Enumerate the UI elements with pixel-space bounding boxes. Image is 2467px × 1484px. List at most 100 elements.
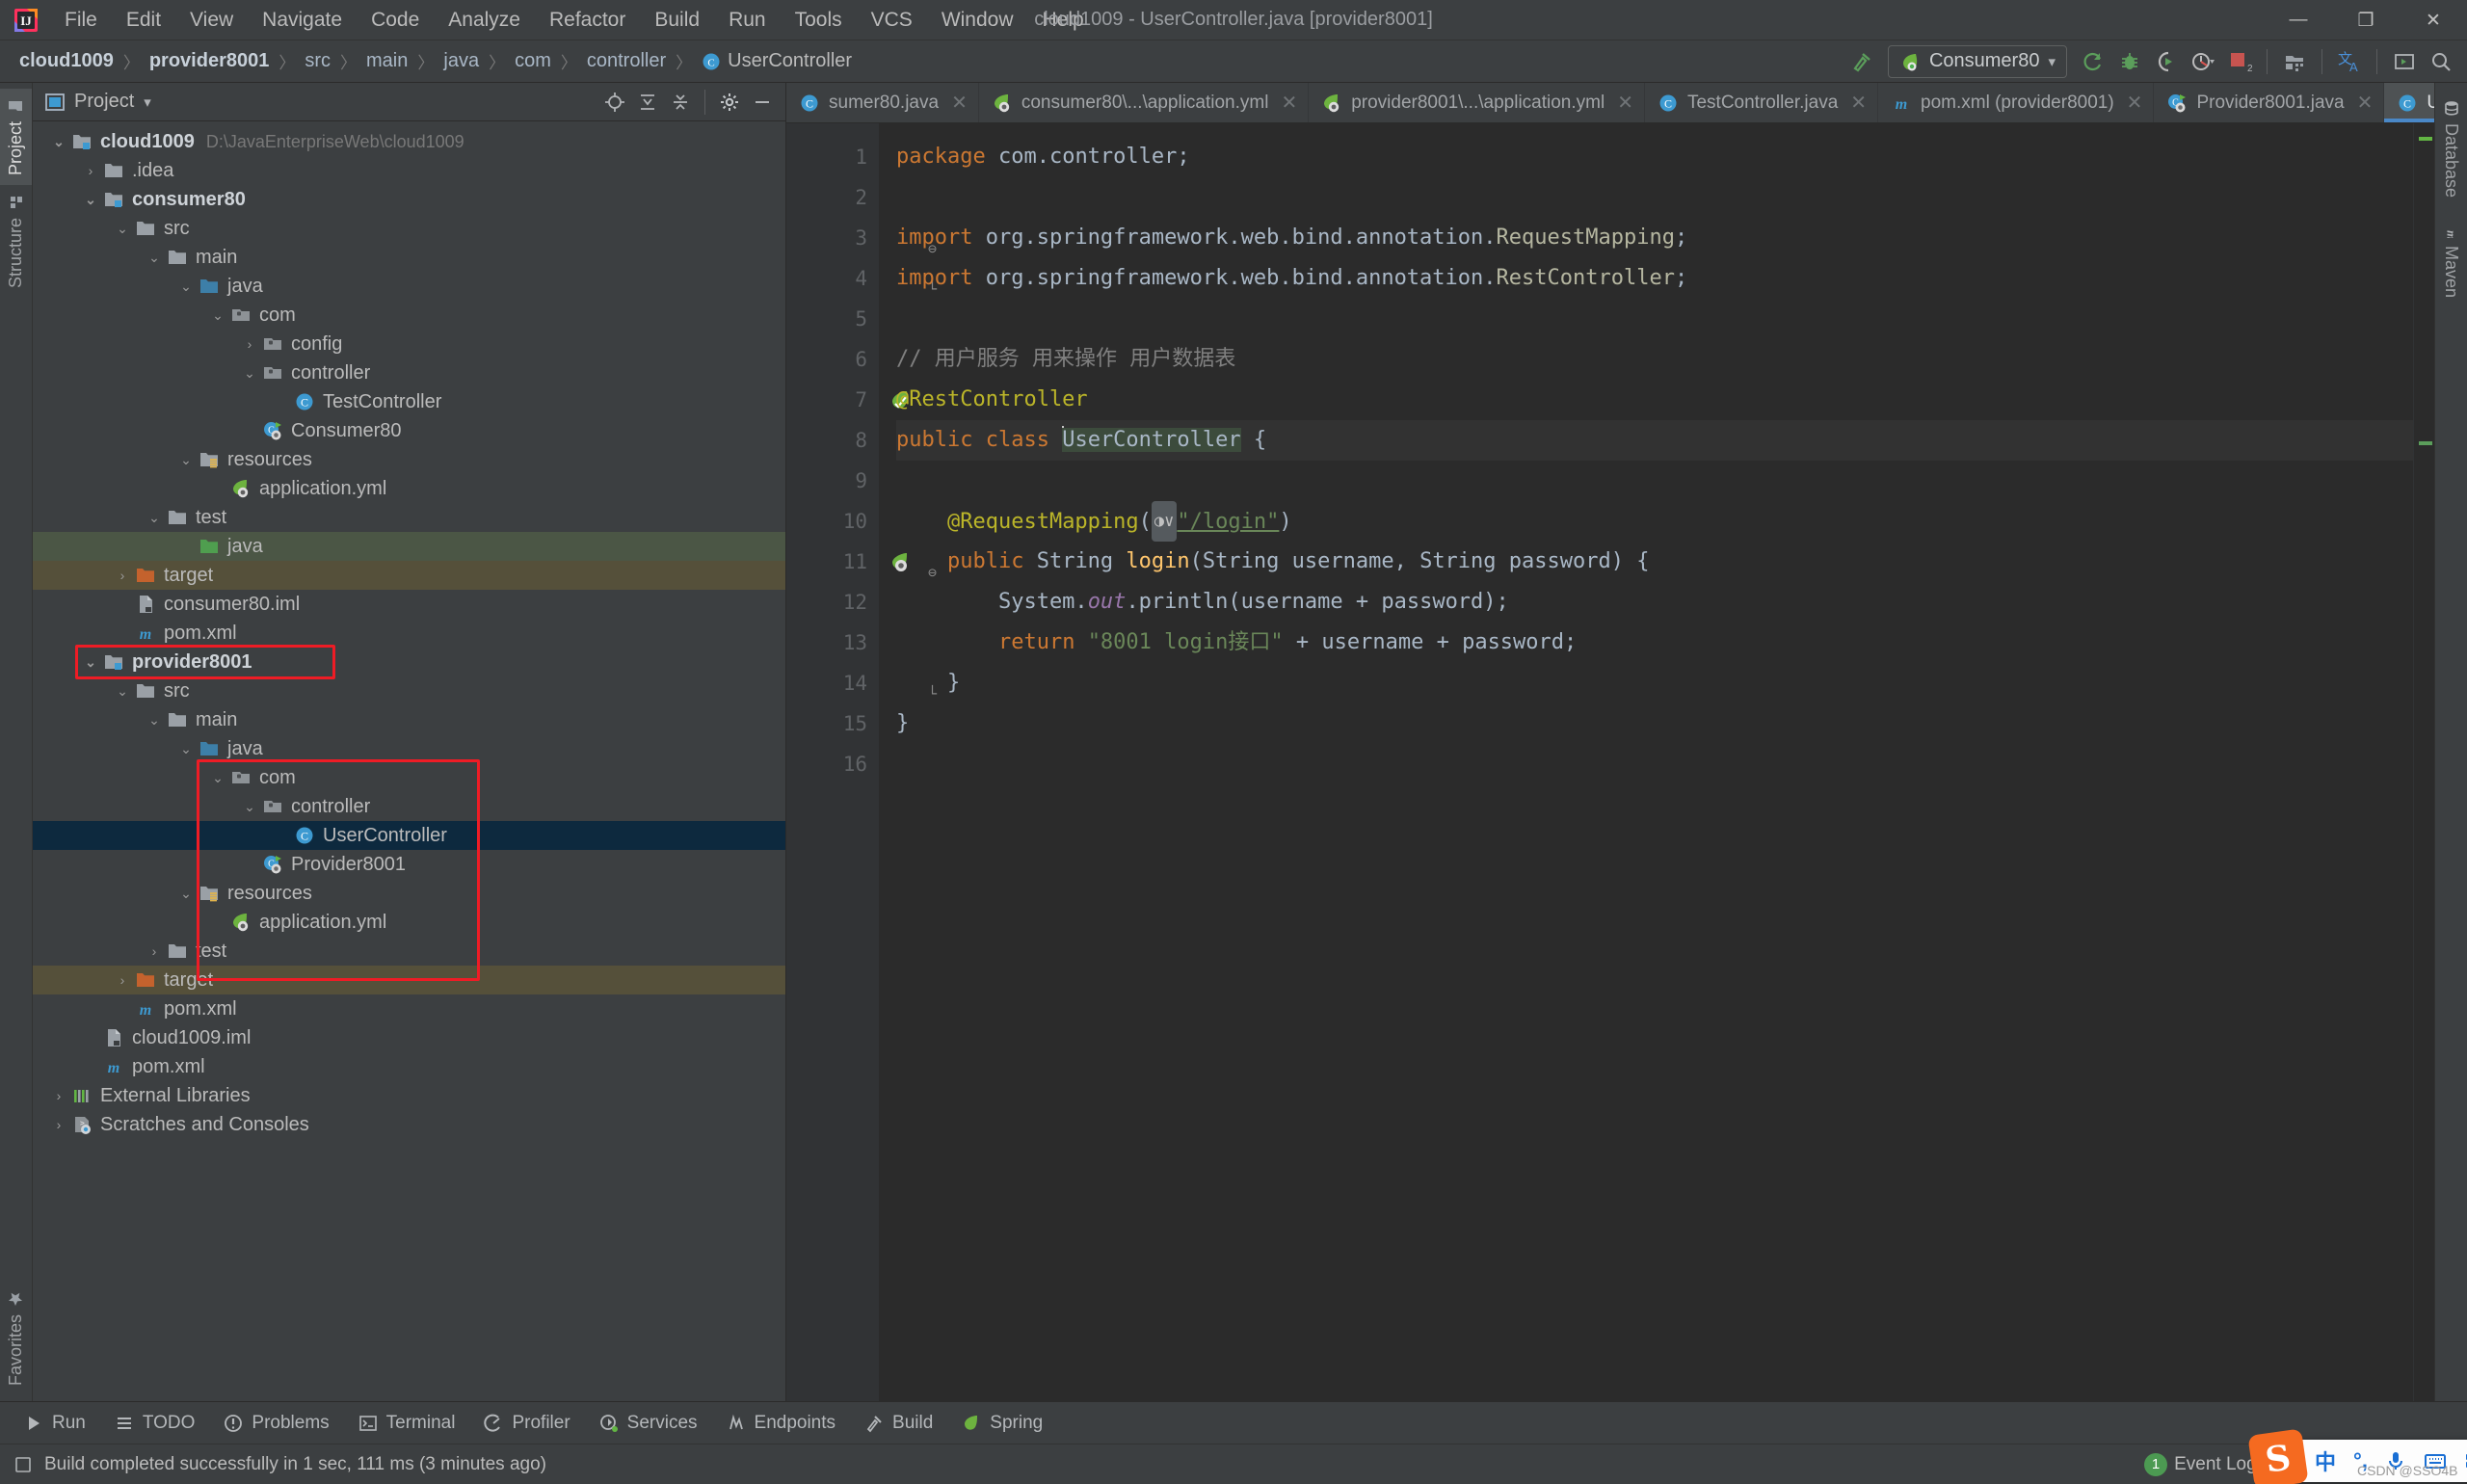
gutter-line-15[interactable]: 15 [786,703,879,744]
tree-node-config[interactable]: › config [33,330,785,358]
gutter-line-13[interactable]: 13 [786,623,879,663]
tree-node-pom-xml[interactable]: m pom.xml [33,994,785,1023]
tree-node-controller[interactable]: ⌄ controller [33,792,785,821]
tree-node-resources[interactable]: ⌄ resources [33,445,785,474]
chevron-down-icon[interactable]: ▾ [2048,53,2056,70]
gutter-line-3[interactable]: 3 ⊖ [786,218,937,258]
gutter-line-6[interactable]: 6 [786,339,879,380]
minimize-button[interactable]: — [2265,0,2332,40]
breadcrumb-item-project[interactable]: cloud1009 [13,47,119,75]
tree-node-src[interactable]: ⌄ src [33,676,785,705]
rerun-icon[interactable] [2077,45,2109,78]
search-everywhere-icon[interactable] [2425,45,2457,78]
menu-item-edit[interactable]: Edit [112,5,175,36]
editor-tab-provider8001-----application-yml[interactable]: provider8001\...\application.yml ✕ [1309,83,1645,122]
menu-item-refactor[interactable]: Refactor [535,5,640,36]
chevron-right-icon[interactable]: › [239,336,260,352]
gutter-line-11[interactable]: 11 ⊖ [786,542,937,582]
code-line-14[interactable]: } [896,663,2413,703]
menu-item-help[interactable]: Help [1028,5,1099,36]
project-tree[interactable]: ⌄ cloud1009 D:\JavaEnterpriseWeb\cloud1009… [33,121,785,1401]
menu-item-vcs[interactable]: VCS [857,5,927,36]
stop-button[interactable]: 2 [2223,45,2256,78]
build-hammer-icon[interactable] [1845,45,1878,78]
tree-node-provider8001[interactable]: C Provider8001 [33,850,785,879]
code-line-3[interactable]: import org.springframework.web.bind.anno… [896,218,2413,258]
tree-node-cloud1009-iml[interactable]: cloud1009.iml [33,1023,785,1052]
debug-icon[interactable] [2113,45,2146,78]
tree-node-java[interactable]: ⌄ java [33,734,785,763]
tree-node-com[interactable]: ⌄ com [33,301,785,330]
breadcrumb-item-java[interactable]: java [438,47,485,75]
tree-node-target[interactable]: › target [33,966,785,994]
tree-node-test[interactable]: ⌄ test [33,503,785,532]
ime-toolbar[interactable]: S 中 °, CSDN @SSO4B [2247,1428,2467,1484]
breadcrumb-item-src[interactable]: src [299,47,336,75]
chevron-down-icon[interactable]: ⌄ [144,510,165,526]
chevron-down-icon[interactable]: ⌄ [239,799,260,815]
run-configuration-selector[interactable]: Consumer80 ▾ [1887,44,2067,78]
tree-node-consumer80[interactable]: ⌄ consumer80 [33,185,785,214]
tree-node-controller[interactable]: ⌄ controller [33,358,785,387]
tree-node-usercontroller[interactable]: C UserController [33,821,785,850]
tree-node-consumer80-iml[interactable]: consumer80.iml [33,590,785,619]
chevron-down-icon[interactable]: ⌄ [239,365,260,382]
maximize-button[interactable]: ❐ [2332,0,2400,40]
tree-node-external-libraries[interactable]: › External Libraries [33,1081,785,1110]
code-line-15[interactable]: } [896,703,2413,744]
editor-code-text[interactable]: package com.controller; import org.sprin… [879,123,2413,1401]
tree-node-java[interactable]: ⌄ java [33,272,785,301]
code-line-1[interactable]: package com.controller; [896,137,2413,177]
gutter-line-10[interactable]: 10 [786,501,879,542]
menu-bar[interactable]: File Edit View Navigate Code Analyze Ref… [50,5,1099,36]
tool-window-problems[interactable]: Problems [211,1409,341,1438]
menu-item-build[interactable]: Build [640,5,714,36]
chevron-down-icon[interactable]: ⌄ [207,307,228,324]
close-icon[interactable]: ✕ [1281,91,1297,115]
profiler-icon[interactable] [2187,45,2219,78]
close-icon[interactable]: ✕ [1850,91,1867,115]
tool-window-profiler[interactable]: Profiler [471,1409,582,1438]
tree-node-resources[interactable]: ⌄ resources [33,879,785,908]
tree-node-testcontroller[interactable]: C TestController [33,387,785,416]
translate-icon[interactable]: 文A [2333,45,2366,78]
breadcrumb-item-controller[interactable]: controller [581,47,672,75]
tree-node-java[interactable]: java [33,532,785,561]
menu-item-analyze[interactable]: Analyze [434,5,535,36]
expand-all-icon[interactable] [632,87,663,118]
menu-item-window[interactable]: Window [927,5,1028,36]
event-log-button[interactable]: 1 Event Log [2144,1452,2257,1476]
chevron-right-icon[interactable]: › [48,1117,69,1132]
code-line-10[interactable]: @RequestMapping(◑∨ "/login") [896,501,2413,542]
gutter-line-5[interactable]: 5 [786,299,879,339]
gutter-line-12[interactable]: 12 [786,582,879,623]
tree-node-application-yml[interactable]: application.yml [33,474,785,503]
tool-window-terminal[interactable]: Terminal [346,1409,468,1438]
collapse-all-icon[interactable] [665,87,696,118]
menu-item-file[interactable]: File [50,5,112,36]
tree-node-src[interactable]: ⌄ src [33,214,785,243]
chevron-down-icon[interactable]: ⌄ [175,278,197,295]
gutter-line-16[interactable]: 16 [786,744,879,784]
code-line-9[interactable] [896,461,2413,501]
gutter-line-7[interactable]: 7 [786,380,908,420]
menu-item-code[interactable]: Code [357,5,434,36]
sidebar-item-maven[interactable]: m Maven [2435,213,2467,307]
code-line-11[interactable]: public String login(String username, Str… [896,542,2413,582]
editor-tab-consumer80-----application-yml[interactable]: consumer80\...\application.yml ✕ [979,83,1310,122]
ime-mode-toggle[interactable]: 中 [2315,1445,2336,1476]
editor-tab-testcontroller-java[interactable]: C TestController.java ✕ [1645,83,1879,122]
code-editor[interactable]: 1 2 3 ⊖ 4 └ 5 6 7 8 9 10 11 ⊖ 12 13 14 └ 15 16 package com.… [786,123,2434,1401]
breadcrumb-item-file[interactable]: C UserController [696,47,858,75]
editor-tab-provider8001-java[interactable]: C Provider8001.java ✕ [2154,83,2385,122]
chevron-right-icon[interactable]: › [112,568,133,583]
breadcrumb-item-com[interactable]: com [509,47,557,75]
sidebar-item-structure[interactable]: Structure [0,185,32,298]
code-line-4[interactable]: import org.springframework.web.bind.anno… [896,258,2413,299]
code-line-16[interactable] [896,744,2413,784]
chevron-right-icon[interactable]: › [144,943,165,959]
tree-node-main[interactable]: ⌄ main [33,705,785,734]
code-line-7[interactable]: @RestController [896,380,2413,420]
breadcrumb-item-main[interactable]: main [360,47,413,75]
chevron-down-icon[interactable]: ⌄ [207,770,228,786]
